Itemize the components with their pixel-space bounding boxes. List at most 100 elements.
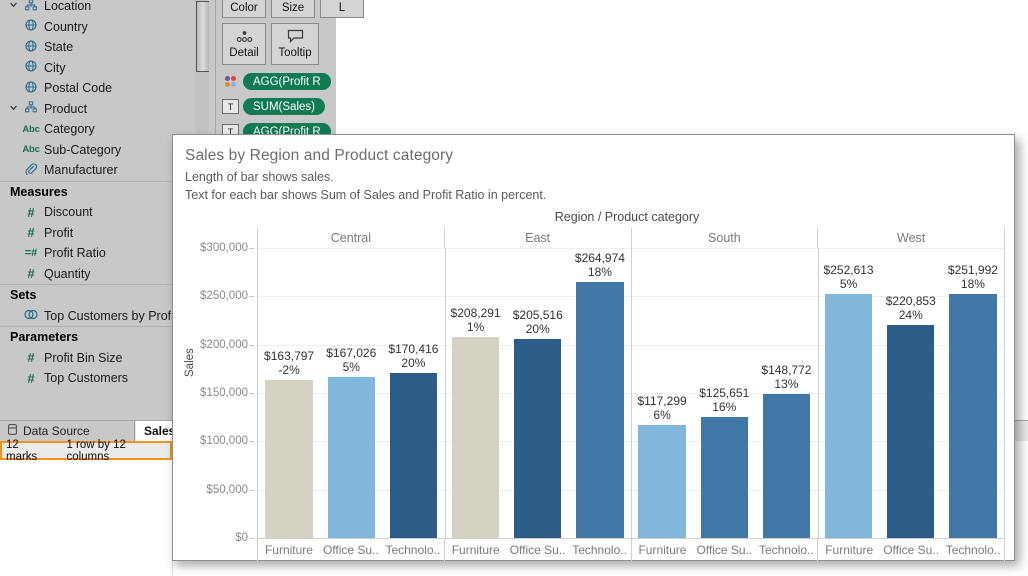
bar-profit-ratio-value: 13% (774, 377, 799, 392)
bar-profit-ratio-value: 5% (839, 276, 858, 291)
x-axis-category-label[interactable]: Technolo.. (569, 539, 631, 561)
sidebar-field-category[interactable]: Abc Category (0, 119, 195, 140)
bar-label: $264,974 18% (560, 251, 640, 279)
region-header-east[interactable]: East (443, 228, 631, 248)
pill-sum-sales[interactable]: SUM(Sales) (243, 98, 325, 115)
x-axis-category-label[interactable]: Office Su.. (880, 539, 942, 561)
bar-mark[interactable] (327, 376, 375, 538)
x-axis-category-label[interactable]: Office Su.. (320, 539, 382, 561)
y-tick-label: $0 (235, 532, 248, 544)
sidebar-field-state[interactable]: State (0, 37, 195, 58)
bar-mark[interactable] (514, 339, 562, 538)
y-tick-mark (249, 248, 254, 249)
x-axis-category-label[interactable]: Technolo.. (382, 539, 444, 561)
bar-profit-ratio-value: 18% (587, 264, 612, 279)
sidebar-field-label: State (44, 40, 74, 55)
sidebar-folder-location[interactable]: Location (0, 0, 195, 17)
sidebar-field-manufacturer[interactable]: Manufacturer (0, 160, 195, 181)
sidebar-scrollbar-thumb[interactable] (196, 1, 210, 72)
bar-mark[interactable] (949, 294, 997, 538)
marks-size-button[interactable]: Size (271, 0, 315, 18)
number-icon: # (27, 204, 35, 220)
bar-mark[interactable] (576, 281, 624, 538)
marks-color-button[interactable]: Color (222, 0, 266, 18)
marks-tooltip-button[interactable]: Tooltip (271, 23, 319, 65)
bar-mark[interactable] (389, 373, 438, 538)
region-header-south[interactable]: South (630, 228, 818, 248)
marks-label-button[interactable]: L (320, 0, 364, 18)
x-axis-category-label[interactable]: Office Su.. (693, 539, 755, 561)
region-zone-east: $208,291 1% $205,516 20% $264,974 18% (445, 248, 632, 538)
y-tick-mark (249, 441, 254, 443)
marks-card: Color Size L Detail Tooltip AGG(Profit R… (216, 0, 364, 140)
y-tick-label: $200,000 (200, 338, 248, 351)
chevron-down-icon[interactable] (6, 0, 20, 12)
shelf-pill-row[interactable]: AGG(Profit R (222, 72, 331, 91)
x-axis-category-label[interactable]: Furniture (818, 539, 880, 561)
bar-mark[interactable] (638, 424, 686, 538)
region-header-central[interactable]: Central (257, 228, 444, 248)
sidebar-field-quantity[interactable]: # Quantity (0, 264, 195, 285)
bar-profit-ratio-value: 16% (712, 399, 737, 414)
chevron-down-icon[interactable] (6, 103, 20, 115)
shelf-pill-row[interactable]: T SUM(Sales) (222, 97, 325, 116)
sidebar-field-label: Profit Ratio (44, 246, 106, 261)
color-dots-icon (222, 74, 239, 89)
viz-title: Sales by Region and Product category (185, 147, 454, 164)
pill-agg-profit-ratio-color[interactable]: AGG(Profit R (243, 73, 331, 90)
bar-sales-value: $220,853 (885, 293, 936, 308)
bar-column: $208,291 1% (445, 248, 507, 538)
data-pane[interactable]: Location Country State City Postal Code Produ… (0, 0, 196, 420)
x-axis-category-label[interactable]: Furniture (632, 539, 694, 561)
sidebar-section-parameters: Parameters (0, 326, 195, 348)
sidebar-field-top-customers-by-profit[interactable]: Top Customers by Profit (0, 306, 195, 327)
sidebar-field-postal-code[interactable]: Postal Code (0, 78, 195, 99)
x-axis-category-label[interactable]: Technolo.. (755, 539, 817, 561)
bar-column: $252,613 5% (818, 248, 880, 538)
abc-icon: Abc (22, 144, 40, 156)
x-axis-category-label[interactable]: Furniture (258, 539, 320, 561)
bar-mark[interactable] (762, 394, 811, 538)
sidebar-field-label: Category (44, 122, 95, 137)
sidebar-field-label: Profit (44, 225, 74, 240)
sidebar-field-profit-bin-size[interactable]: # Profit Bin Size (0, 348, 195, 369)
bar-mark[interactable] (887, 324, 935, 538)
bar-label: $251,992 18% (933, 263, 1013, 291)
sidebar-field-label: City (44, 60, 66, 75)
region-header-west[interactable]: West (817, 228, 1005, 248)
sidebar-section-sets: Sets (0, 284, 195, 306)
globe-icon (20, 19, 42, 34)
x-axis-category-label[interactable]: Furniture (445, 539, 507, 561)
sidebar-field-sub-category[interactable]: Abc Sub-Category (0, 140, 195, 161)
text-icon: T (222, 99, 239, 114)
bar-profit-ratio-value: 20% (525, 322, 550, 337)
tableau-window: Location Country State City Postal Code Produ… (0, 0, 1028, 576)
y-tick-label: $250,000 (200, 290, 248, 303)
sidebar-field-city[interactable]: City (0, 58, 195, 79)
bar-sales-value: $205,516 (512, 308, 563, 323)
paperclip-icon (20, 163, 42, 178)
marks-detail-button[interactable]: Detail (222, 23, 266, 65)
bar-mark[interactable] (265, 379, 313, 538)
sidebar-field-label: Country (44, 19, 88, 34)
marks-tooltip-label: Tooltip (278, 47, 312, 59)
x-axis-category-label[interactable]: Technolo.. (942, 539, 1004, 561)
sidebar-field-profit[interactable]: # Profit (0, 223, 195, 244)
y-tick-label: $100,000 (200, 435, 248, 448)
bar-mark[interactable] (824, 293, 873, 538)
region-header-row: Central East South West (257, 228, 1005, 248)
bar-column: $220,853 24% (880, 248, 942, 538)
sidebar-folder-product[interactable]: Product (0, 99, 195, 120)
sidebar-field-top-customers[interactable]: # Top Customers (0, 368, 195, 389)
bar-mark[interactable] (451, 336, 500, 538)
bar-sales-value: $251,992 (947, 263, 998, 278)
bar-mark[interactable] (700, 416, 748, 538)
x-axis-category-label[interactable]: Office Su.. (507, 539, 569, 561)
sidebar-field-profit-ratio[interactable]: =# Profit Ratio (0, 243, 195, 264)
sidebar-section-measures: Measures (0, 180, 195, 203)
sidebar-field-discount[interactable]: # Discount (0, 202, 195, 223)
x-axis-region-west: Furniture Office Su.. Technolo.. (817, 539, 1005, 561)
region-zone-central: $163,797 -2% $167,026 5% $170,416 20% (258, 248, 445, 538)
sidebar-field-country[interactable]: Country (0, 17, 195, 38)
y-tick-mark (249, 296, 254, 298)
